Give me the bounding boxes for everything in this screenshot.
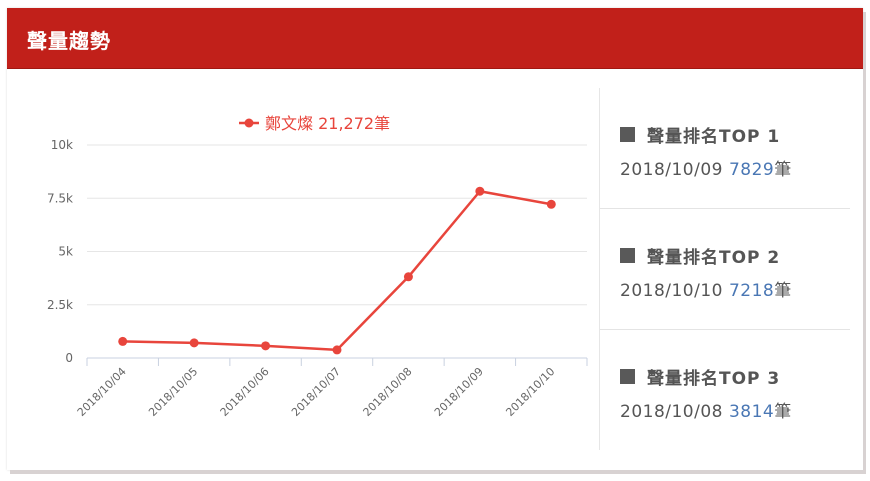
x-tick-label: 2018/10/06 [218, 365, 272, 419]
rank-heading: 聲量排名TOP 3 [620, 364, 780, 389]
rank-count: 3814 [728, 402, 775, 422]
x-axis [86, 357, 588, 366]
y-tick-label: 7.5k [47, 191, 73, 205]
data-point [475, 186, 485, 196]
grid-lines [87, 144, 587, 306]
data-point [118, 336, 128, 346]
volume-trend-card: 聲量趨勢 0 2.5k 5k 7.5k 10k 2018/10/04 2018/10/05… [7, 8, 863, 470]
y-tick-label: 5k [58, 245, 73, 259]
legend-label: 鄭文燦 21,272筆 [265, 114, 390, 133]
square-bullet-icon [620, 248, 635, 263]
rank-heading: 聲量排名TOP 2 [620, 243, 780, 268]
card-title: 聲量趨勢 [27, 29, 111, 53]
x-tick-labels: 2018/10/04 2018/10/05 2018/10/06 2018/10/07… [75, 365, 558, 419]
square-bullet-icon [620, 127, 635, 142]
rank-item-1: 聲量排名TOP 1 2018/10/09 7829筆 [600, 88, 850, 209]
rank-detail: 2018/10/10 7218筆 [620, 276, 792, 301]
rank-count: 7218 [728, 281, 775, 301]
rank-detail: 2018/10/09 7829筆 [620, 155, 792, 180]
rank-date: 2018/10/08 [620, 402, 723, 422]
ranking-panel: 聲量排名TOP 1 2018/10/09 7829筆 聲量排名TOP 2 2018… [600, 88, 850, 450]
rank-detail: 2018/10/08 3814筆 [620, 397, 792, 422]
trend-line-chart: 02.5k5k7.5k10k 2018/10/04 2018/10/05 2018/… [47, 114, 588, 419]
series-line [122, 189, 552, 352]
rank-heading: 聲量排名TOP 1 [620, 122, 780, 147]
x-tick-label: 2018/10/10 [503, 365, 557, 419]
y-tick-label: 10k [51, 138, 73, 152]
x-tick-label: 2018/10/07 [289, 365, 343, 419]
y-tick-label: 2.5k [47, 298, 73, 312]
rank-title: 聲量排名TOP 1 [647, 127, 781, 147]
card-header: 聲量趨勢 [7, 8, 863, 69]
data-point [403, 272, 413, 282]
series-layer [118, 186, 556, 355]
y-tick-label: 0 [65, 351, 73, 365]
data-point [261, 341, 271, 351]
rank-count: 7829 [728, 160, 775, 180]
trend-chart-area: 0 2.5k 5k 7.5k 10k 2018/10/04 2018/10/05 2018/… [7, 68, 597, 470]
x-tick-label: 2018/10/05 [146, 365, 200, 419]
rank-unit: 筆 [774, 402, 792, 422]
rank-item-2: 聲量排名TOP 2 2018/10/10 7218筆 [600, 209, 850, 330]
legend-point-marker [244, 118, 254, 128]
legend: 鄭文燦 21,272筆 [239, 114, 390, 133]
x-tick-label: 2018/10/09 [432, 365, 486, 419]
rank-date: 2018/10/10 [620, 281, 723, 301]
y-tick-labels: 0 2.5k 5k 7.5k 10k [47, 138, 73, 365]
rank-unit: 筆 [774, 160, 792, 180]
rank-item-3: 聲量排名TOP 3 2018/10/08 3814筆 [600, 330, 850, 450]
rank-title: 聲量排名TOP 3 [647, 369, 781, 389]
x-tick-label: 2018/10/04 [75, 365, 129, 419]
x-tick-label: 2018/10/08 [361, 365, 415, 419]
rank-date: 2018/10/09 [620, 160, 723, 180]
rank-unit: 筆 [774, 281, 792, 301]
data-point [332, 345, 342, 355]
data-point [546, 199, 556, 209]
square-bullet-icon [620, 369, 635, 384]
rank-title: 聲量排名TOP 2 [647, 248, 781, 268]
data-point [189, 338, 199, 348]
